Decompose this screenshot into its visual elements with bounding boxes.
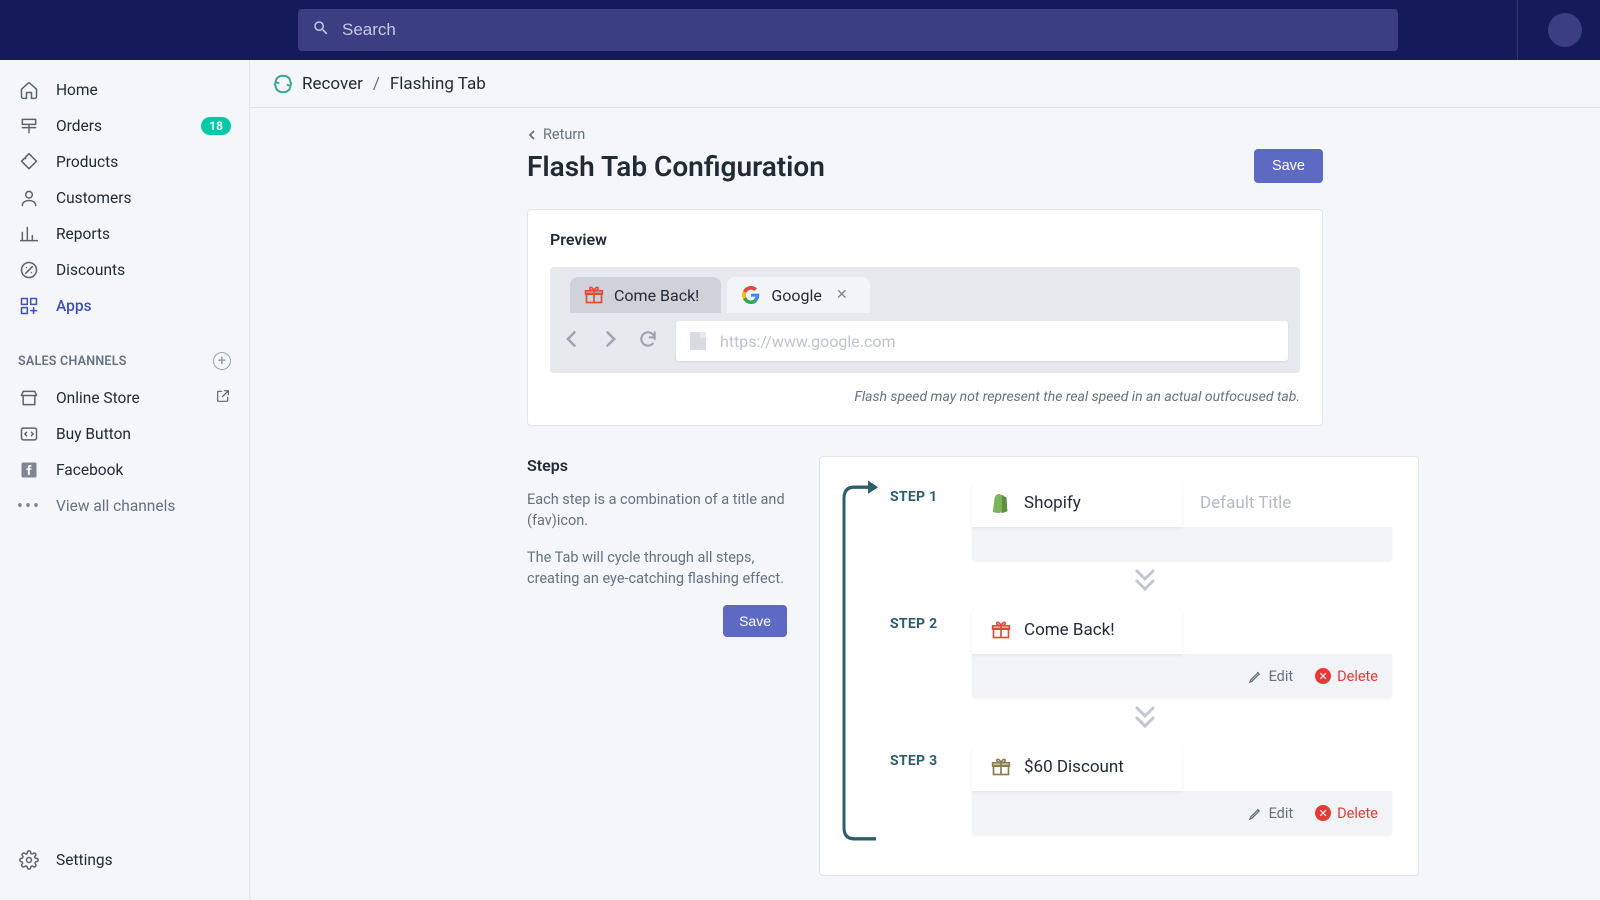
sidebar-item-products[interactable]: Products	[0, 144, 249, 180]
preview-tab-inactive: Google ✕	[727, 277, 869, 313]
shopify-icon	[990, 492, 1012, 514]
back-icon	[562, 329, 582, 353]
add-step-button[interactable]: ＋ ADD A STEP	[827, 894, 1323, 900]
loop-arrow-icon	[842, 485, 878, 841]
discount-icon	[18, 259, 40, 281]
search-box[interactable]	[298, 9, 1398, 51]
edit-button[interactable]: Edit	[1248, 668, 1294, 685]
sales-channels-heading: SALES CHANNELS +	[0, 352, 249, 370]
steps-heading: Steps	[527, 456, 787, 475]
sidebar-item-buy-button[interactable]: Buy Button	[0, 416, 249, 452]
step-label: STEP 2	[890, 616, 937, 632]
search-input[interactable]	[342, 20, 1384, 40]
reload-icon	[638, 329, 658, 353]
sidebar-item-online-store[interactable]: Online Store	[0, 380, 249, 416]
sidebar-item-label: Orders	[56, 117, 102, 135]
chart-icon	[18, 223, 40, 245]
save-button[interactable]: Save	[1254, 149, 1323, 183]
steps-desc-2: The Tab will cycle through all steps, cr…	[527, 547, 787, 589]
chevron-down-icon	[898, 704, 1392, 737]
external-link-icon[interactable]	[215, 388, 231, 408]
gift-icon	[990, 619, 1012, 641]
gift-icon	[584, 285, 604, 305]
sidebar-item-label: Products	[56, 153, 118, 171]
page-title: Flash Tab Configuration	[527, 150, 825, 183]
sidebar-item-facebook[interactable]: Facebook	[0, 452, 249, 488]
breadcrumb-root[interactable]: Recover	[302, 74, 363, 94]
plus-icon: ＋	[827, 894, 850, 900]
forward-icon	[600, 329, 620, 353]
steps-desc-1: Each step is a combination of a title an…	[527, 489, 787, 531]
sidebar-item-discounts[interactable]: Discounts	[0, 252, 249, 288]
sidebar-item-customers[interactable]: Customers	[0, 180, 249, 216]
sidebar-item-reports[interactable]: Reports	[0, 216, 249, 252]
recover-brand-icon	[272, 73, 294, 95]
step-tab-placeholder: Default Title	[1182, 479, 1392, 527]
chevron-down-icon	[898, 567, 1392, 600]
preview-note: Flash speed may not represent the real s…	[550, 389, 1300, 405]
step-body	[972, 527, 1392, 561]
sidebar: Home Orders 18 Products Customers Report…	[0, 60, 250, 900]
steps-panel: STEP 1 Shopify Default Tit	[819, 456, 1419, 876]
add-channel-button[interactable]: +	[213, 352, 231, 370]
gift-icon	[990, 756, 1012, 778]
sidebar-item-label: Reports	[56, 225, 110, 243]
step-body: Edit ✕ Delete	[972, 791, 1392, 835]
search-icon	[312, 19, 330, 41]
sidebar-item-label: Online Store	[56, 389, 140, 407]
sidebar-item-settings[interactable]: Settings	[0, 840, 249, 880]
sidebar-item-label: View all channels	[56, 497, 175, 515]
main-content: Recover / Flashing Tab Return Flash Tab …	[250, 60, 1600, 900]
sidebar-item-view-all[interactable]: ••• View all channels	[0, 488, 249, 524]
browser-preview: Come Back! Google ✕	[550, 267, 1300, 373]
home-icon	[18, 79, 40, 101]
step-tab: $60 Discount	[972, 743, 1182, 791]
step-tab: Come Back!	[972, 606, 1182, 654]
step-label: STEP 3	[890, 753, 937, 769]
delete-button[interactable]: ✕ Delete	[1315, 805, 1378, 822]
preview-heading: Preview	[550, 230, 1300, 249]
tag-icon	[18, 151, 40, 173]
file-icon	[690, 332, 706, 350]
facebook-icon	[18, 459, 40, 481]
step-tab: Shopify	[972, 479, 1182, 527]
sidebar-item-home[interactable]: Home	[0, 72, 249, 108]
breadcrumb-current: Flashing Tab	[390, 74, 486, 94]
step-label: STEP 1	[890, 489, 937, 505]
user-icon	[18, 187, 40, 209]
return-link[interactable]: Return	[527, 126, 1323, 143]
sidebar-item-label: Settings	[56, 851, 113, 869]
sidebar-item-label: Customers	[56, 189, 131, 207]
sidebar-item-label: Buy Button	[56, 425, 131, 443]
sidebar-item-label: Facebook	[56, 461, 123, 479]
close-icon: ✕	[836, 287, 848, 303]
orders-badge: 18	[201, 117, 231, 135]
sidebar-item-orders[interactable]: Orders 18	[0, 108, 249, 144]
sidebar-item-label: Home	[56, 81, 98, 99]
more-icon: •••	[18, 495, 40, 517]
gear-icon	[18, 849, 40, 871]
delete-button[interactable]: ✕ Delete	[1315, 668, 1378, 685]
step-body: Edit ✕ Delete	[972, 654, 1392, 698]
store-icon	[18, 387, 40, 409]
sidebar-item-label: Discounts	[56, 261, 125, 279]
orders-icon	[18, 115, 40, 137]
google-icon	[741, 285, 761, 305]
apps-icon	[18, 295, 40, 317]
save-button-secondary[interactable]: Save	[723, 605, 787, 637]
breadcrumb: Recover / Flashing Tab	[250, 60, 1600, 108]
code-icon	[18, 423, 40, 445]
sidebar-item-label: Apps	[56, 297, 92, 315]
preview-tab-active: Come Back!	[570, 277, 721, 313]
url-bar: https://www.google.com	[676, 321, 1288, 361]
avatar[interactable]	[1548, 13, 1582, 47]
edit-button[interactable]: Edit	[1248, 805, 1294, 822]
sidebar-item-apps[interactable]: Apps	[0, 288, 249, 324]
